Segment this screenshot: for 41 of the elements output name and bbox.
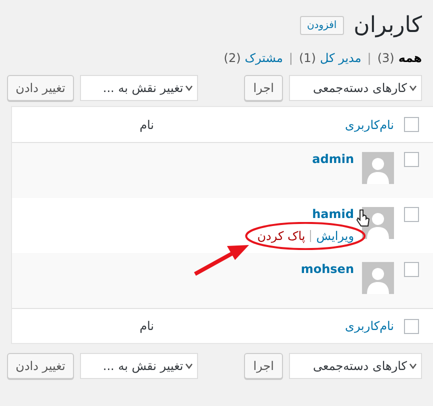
select-all-checkbox[interactable] <box>404 117 419 132</box>
change-role-select[interactable]: تغییر نقش به ... <box>80 75 198 101</box>
filter-link[interactable]: مشترک <box>244 51 283 65</box>
change-button[interactable]: تغییر دادن <box>6 75 74 101</box>
pointer-arrow <box>191 243 252 277</box>
filter-count: (2) <box>224 51 241 65</box>
page-title: کاربران <box>354 12 422 38</box>
change-role-select[interactable]: تغییر نقش به ... <box>80 353 198 379</box>
apply-button[interactable]: اجرا <box>244 353 283 379</box>
name-column-header: نام <box>140 118 154 132</box>
caret-icon <box>409 362 417 370</box>
avatar-icon <box>362 152 394 184</box>
edit-link[interactable]: ویرایش <box>316 229 354 243</box>
bulk-actions-select[interactable]: کارهای دسته‌جمعی <box>289 75 422 101</box>
username-link[interactable]: hamid <box>312 207 354 221</box>
bulk-actions-select[interactable]: کارهای دسته‌جمعی <box>289 353 422 379</box>
change-button[interactable]: تغییر دادن <box>6 353 74 379</box>
separator: | <box>367 51 372 65</box>
username-column-footer[interactable]: نام‌کاربری <box>154 319 394 333</box>
avatar-icon <box>362 262 394 294</box>
caret-icon <box>409 84 417 92</box>
filter-link[interactable]: همه <box>398 51 422 65</box>
row-checkbox[interactable] <box>404 152 419 167</box>
caret-icon <box>185 84 194 92</box>
username-link[interactable]: admin <box>312 152 354 166</box>
cursor-icon <box>356 209 370 229</box>
row-checkbox[interactable] <box>404 262 419 277</box>
filter-link[interactable]: مدیر کل <box>320 51 362 65</box>
separator: | <box>288 51 293 65</box>
apply-button[interactable]: اجرا <box>244 75 283 101</box>
caret-icon <box>185 362 194 370</box>
avatar-icon <box>362 207 394 239</box>
filter-count: (3) <box>377 51 394 65</box>
name-column-footer: نام <box>140 319 154 333</box>
username-link[interactable]: mohsen <box>300 262 354 276</box>
add-button[interactable]: افزودن <box>300 16 344 34</box>
delete-link[interactable]: پاک کردن <box>257 229 306 243</box>
filter-count: (1) <box>298 51 316 65</box>
select-all-checkbox[interactable] <box>404 318 419 334</box>
username-column-header[interactable]: نام‌کاربری <box>154 118 394 132</box>
row-checkbox[interactable] <box>404 207 419 222</box>
